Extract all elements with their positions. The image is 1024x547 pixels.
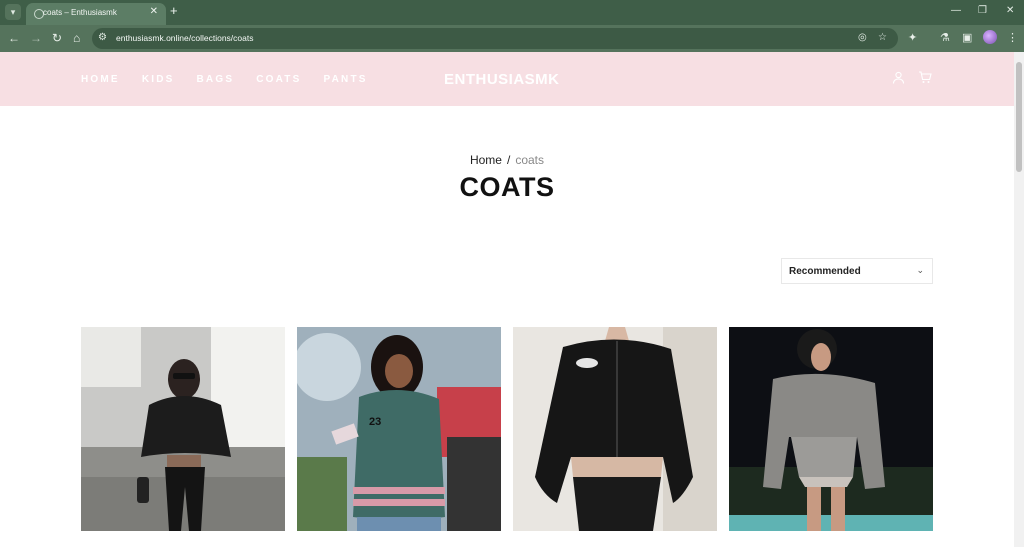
product-card[interactable]	[513, 327, 717, 531]
reload-icon[interactable]: ↻	[52, 31, 62, 45]
breadcrumb-home[interactable]: Home	[470, 153, 502, 167]
scrollbar-thumb[interactable]	[1016, 62, 1022, 172]
product-image: 23	[297, 327, 501, 531]
nav-bags[interactable]: BAGS	[197, 74, 235, 85]
site-header: HOME KIDS BAGS COATS PANTS ENTHUSIASMK	[0, 52, 1014, 106]
minimize-icon[interactable]: —	[951, 5, 961, 16]
menu-kebab-icon[interactable]: ⋮	[1007, 31, 1018, 45]
tab-search-button[interactable]: ▾	[5, 4, 21, 20]
site-logo[interactable]: ENTHUSIASMK	[444, 71, 560, 88]
home-icon[interactable]: ⌂	[73, 31, 80, 45]
product-card[interactable]	[81, 327, 285, 531]
labs-icon[interactable]: ⚗	[940, 31, 950, 45]
nav-home[interactable]: HOME	[81, 74, 120, 85]
restore-icon[interactable]: ❐	[978, 5, 987, 16]
main-nav: HOME KIDS BAGS COATS PANTS	[81, 74, 368, 85]
side-panel-icon[interactable]: ▣	[962, 31, 972, 45]
cart-icon[interactable]	[918, 71, 932, 87]
svg-text:23: 23	[369, 416, 381, 428]
product-image	[81, 327, 285, 531]
new-tab-button[interactable]: +	[170, 4, 178, 18]
product-card[interactable]: 23	[297, 327, 501, 531]
profile-avatar[interactable]	[983, 30, 997, 44]
nav-kids[interactable]: KIDS	[142, 74, 175, 85]
breadcrumb-current: coats	[515, 153, 545, 167]
extensions-icon[interactable]: ✦	[908, 31, 917, 45]
address-bar[interactable]: ⚙ enthusiasmk.online/collections/coats ◎…	[92, 28, 898, 49]
eye-off-icon[interactable]: ◎	[858, 32, 867, 43]
site-info-icon[interactable]: ⚙	[98, 32, 107, 43]
page-title: COATS	[459, 172, 555, 202]
browser-tab[interactable]: coats – Enthusiasmk ✕	[26, 3, 166, 25]
nav-coats[interactable]: COATS	[256, 74, 301, 85]
url-text[interactable]: enthusiasmk.online/collections/coats	[116, 33, 254, 43]
close-window-icon[interactable]: ✕	[1006, 5, 1014, 16]
product-image	[513, 327, 717, 531]
close-icon[interactable]: ✕	[150, 6, 158, 17]
product-image	[729, 327, 933, 531]
account-icon[interactable]	[892, 71, 905, 87]
breadcrumb: Home / coats	[0, 153, 1014, 167]
product-card[interactable]	[729, 327, 933, 531]
product-grid: 23	[81, 327, 933, 531]
page-scrollbar[interactable]	[1014, 52, 1024, 547]
forward-icon[interactable]: →	[30, 31, 42, 45]
bookmark-star-icon[interactable]: ☆	[878, 32, 887, 43]
chevron-down-icon: ⌄	[916, 265, 924, 275]
sort-dropdown[interactable]: Recommended ⌄	[781, 258, 933, 284]
nav-pants[interactable]: PANTS	[323, 74, 367, 85]
breadcrumb-separator: /	[506, 153, 511, 167]
browser-tab-bar: ▾ coats – Enthusiasmk ✕ + — ❐ ✕	[0, 0, 1024, 25]
tab-title: coats – Enthusiasmk	[43, 8, 117, 17]
browser-toolbar: ← → ↻ ⌂ ⚙ enthusiasmk.online/collections…	[0, 25, 1024, 52]
sort-selected-value: Recommended	[789, 266, 861, 277]
back-icon[interactable]: ←	[8, 31, 20, 45]
